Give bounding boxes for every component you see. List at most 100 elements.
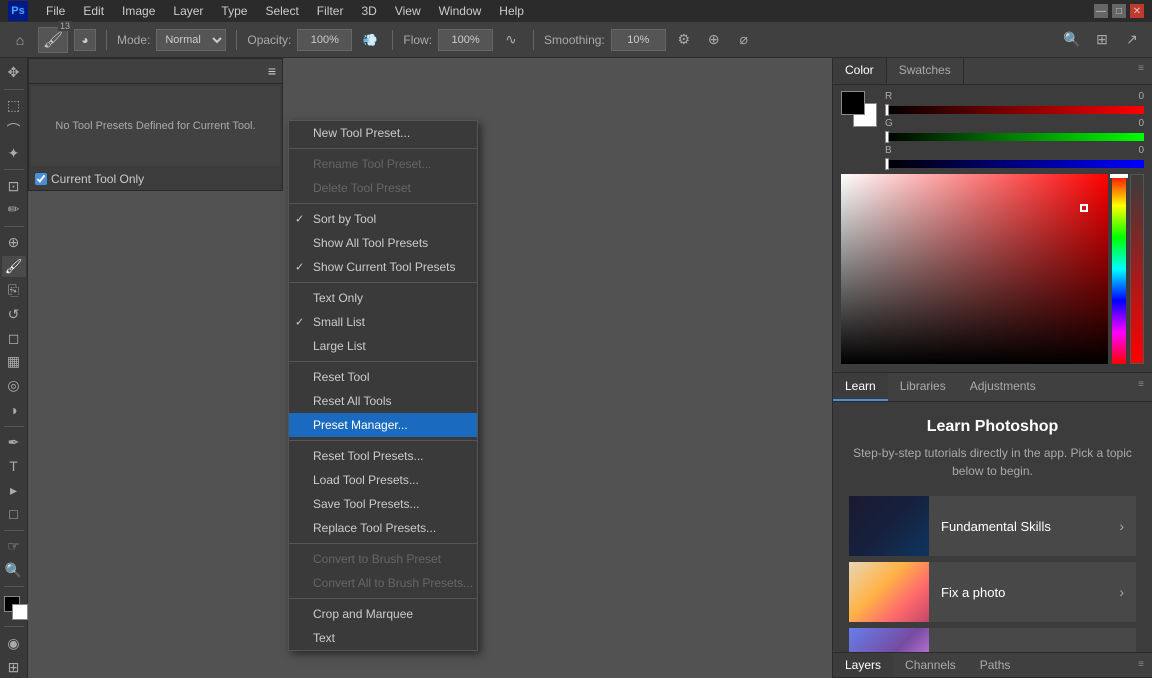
menu-window[interactable]: Window: [431, 2, 490, 20]
tool-mask-mode[interactable]: ◉: [2, 632, 26, 654]
hue-slider[interactable]: [1112, 174, 1126, 364]
flow-input[interactable]: [438, 29, 493, 51]
search-icon[interactable]: 🔍: [1060, 28, 1084, 52]
color-g-slider[interactable]: [885, 133, 1144, 141]
menu-help[interactable]: Help: [491, 2, 532, 20]
cm-preset-manager[interactable]: Preset Manager...: [289, 413, 477, 437]
tab-libraries[interactable]: Libraries: [888, 373, 958, 401]
tool-path-selection[interactable]: ▸: [2, 479, 26, 501]
background-color[interactable]: [12, 604, 28, 620]
foreground-swatch[interactable]: [841, 91, 865, 115]
cm-crop-marquee[interactable]: Crop and Marquee: [289, 602, 477, 626]
tab-color[interactable]: Color: [833, 58, 887, 84]
alpha-slider[interactable]: [1130, 174, 1144, 364]
tool-crop[interactable]: ⊡: [2, 175, 26, 197]
menu-3d[interactable]: 3D: [353, 2, 384, 20]
close-button[interactable]: ✕: [1130, 4, 1144, 18]
minimize-button[interactable]: —: [1094, 4, 1108, 18]
tool-zoom[interactable]: 🔍: [2, 560, 26, 582]
tool-lasso[interactable]: ⌒: [2, 119, 26, 141]
tool-hand[interactable]: ☞: [2, 536, 26, 558]
tab-adjustments[interactable]: Adjustments: [958, 373, 1048, 401]
cm-reset-tool-presets[interactable]: Reset Tool Presets...: [289, 444, 477, 468]
tool-separator-5: [4, 530, 24, 531]
cm-sort-by-tool[interactable]: ✓ Sort by Tool: [289, 207, 477, 231]
color-slider-area: R0 G0 B0: [885, 91, 1144, 168]
learn-card-fundamental[interactable]: Fundamental Skills ›: [849, 496, 1136, 556]
tool-move[interactable]: ✥: [2, 62, 26, 84]
cm-reset-tool[interactable]: Reset Tool: [289, 365, 477, 389]
tab-layers[interactable]: Layers: [833, 653, 893, 677]
menu-file[interactable]: File: [38, 2, 73, 20]
home-icon[interactable]: ⌂: [8, 28, 32, 52]
tool-healing[interactable]: ⊕: [2, 232, 26, 254]
tool-dodge[interactable]: ◑: [2, 399, 26, 421]
cm-load-tool-presets[interactable]: Load Tool Presets...: [289, 468, 477, 492]
panel-menu-icon[interactable]: ≡: [268, 63, 276, 79]
cm-large-list[interactable]: Large List: [289, 334, 477, 358]
cm-show-all[interactable]: Show All Tool Presets: [289, 231, 477, 255]
cm-sep-1: [289, 148, 477, 149]
symmetry-icon[interactable]: ⊕: [702, 28, 726, 52]
blend-mode-select[interactable]: Normal: [156, 29, 226, 51]
menu-type[interactable]: Type: [213, 2, 255, 20]
color-panel-expand[interactable]: ≡: [1130, 58, 1152, 84]
flow-icon[interactable]: ∿: [499, 28, 523, 52]
tab-paths[interactable]: Paths: [968, 653, 1023, 677]
menu-image[interactable]: Image: [114, 2, 163, 20]
tool-brush[interactable]: 🖌: [2, 256, 26, 278]
tool-shape[interactable]: □: [2, 503, 26, 525]
menu-edit[interactable]: Edit: [75, 2, 112, 20]
settings-icon[interactable]: ⚙: [672, 28, 696, 52]
tool-marquee[interactable]: ⬚: [2, 95, 26, 117]
cm-reset-all-tools[interactable]: Reset All Tools: [289, 389, 477, 413]
cm-replace-tool-presets[interactable]: Replace Tool Presets...: [289, 516, 477, 540]
tool-screen-mode[interactable]: ⊞: [2, 656, 26, 678]
current-tool-only-checkbox[interactable]: [35, 173, 47, 185]
cm-text[interactable]: Text: [289, 626, 477, 650]
layer-panel-expand[interactable]: ≡: [1130, 653, 1152, 677]
tool-text[interactable]: T: [2, 455, 26, 477]
opacity-input[interactable]: [297, 29, 352, 51]
cm-text-only[interactable]: Text Only: [289, 286, 477, 310]
menu-select[interactable]: Select: [257, 2, 306, 20]
cm-save-tool-presets[interactable]: Save Tool Presets...: [289, 492, 477, 516]
tool-blur[interactable]: ◎: [2, 375, 26, 397]
share-icon[interactable]: ↗: [1120, 28, 1144, 52]
cm-small-list[interactable]: ✓ Small List: [289, 310, 477, 334]
separator-3: [392, 30, 393, 50]
color-saturation-brightness[interactable]: [841, 174, 1108, 364]
learn-panel-expand[interactable]: ≡: [1130, 373, 1152, 401]
airbrush-icon[interactable]: 💨: [358, 28, 382, 52]
tool-history[interactable]: ↺: [2, 303, 26, 325]
cm-show-current[interactable]: ✓ Show Current Tool Presets: [289, 255, 477, 279]
menu-layer[interactable]: Layer: [165, 2, 211, 20]
menu-filter[interactable]: Filter: [309, 2, 352, 20]
tab-learn[interactable]: Learn: [833, 373, 888, 401]
tab-channels[interactable]: Channels: [893, 653, 968, 677]
menu-view[interactable]: View: [387, 2, 429, 20]
learn-card-creative[interactable]: Make creative effects ›: [849, 628, 1136, 652]
color-swatches[interactable]: [0, 592, 28, 621]
cm-new-preset[interactable]: New Tool Preset...: [289, 121, 477, 145]
tool-eraser[interactable]: ◻: [2, 327, 26, 349]
smoothing-input[interactable]: [611, 29, 666, 51]
cm-sep-7: [289, 598, 477, 599]
color-b-slider[interactable]: [885, 160, 1144, 168]
tab-swatches[interactable]: Swatches: [887, 58, 964, 84]
tool-pen[interactable]: ✒: [2, 431, 26, 453]
brush-hardness-btn[interactable]: ◕: [74, 29, 96, 51]
angle-icon[interactable]: ⌀: [732, 28, 756, 52]
workspace-icon[interactable]: ⊞: [1090, 28, 1114, 52]
tool-separator-1: [4, 89, 24, 90]
learn-card-fix-photo[interactable]: Fix a photo ›: [849, 562, 1136, 622]
tool-magic-wand[interactable]: ✦: [2, 142, 26, 164]
fg-bg-swatches[interactable]: [841, 91, 877, 127]
color-gradient-picker[interactable]: [841, 174, 1108, 364]
tool-gradient[interactable]: ▦: [2, 351, 26, 373]
color-r-slider[interactable]: [885, 106, 1144, 114]
tool-clone[interactable]: ⎘: [2, 279, 26, 301]
maximize-button[interactable]: □: [1112, 4, 1126, 18]
tool-presets-footer: Current Tool Only: [29, 168, 282, 190]
tool-eyedropper[interactable]: ✏: [2, 199, 26, 221]
